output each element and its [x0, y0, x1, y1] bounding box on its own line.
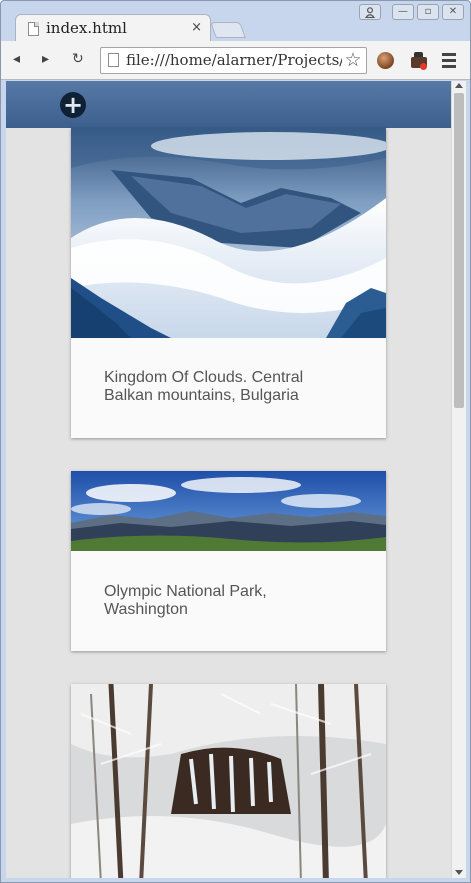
profile-icon[interactable] [359, 4, 381, 20]
photo-card[interactable] [71, 684, 386, 878]
vertical-scrollbar[interactable] [451, 81, 466, 878]
page-viewport: + Kingdom Of Clouds. Central Balkan moun… [6, 81, 451, 878]
new-tab-button[interactable] [210, 22, 246, 38]
tab-index[interactable]: index.html × [15, 14, 211, 42]
scroll-down-icon[interactable] [455, 870, 463, 875]
scrollbar-thumb[interactable] [454, 93, 464, 408]
card-image-clouds [71, 128, 386, 338]
close-window-button[interactable]: ✕ [442, 4, 464, 20]
photo-card[interactable]: Kingdom Of Clouds. Central Balkan mounta… [71, 128, 386, 438]
card-image-winter-forest [71, 684, 386, 878]
card-image-olympic [71, 471, 386, 551]
tab-strip: index.html × — ▫ ✕ [1, 1, 470, 42]
page-icon [28, 22, 39, 36]
app-header: + [6, 81, 451, 128]
scroll-up-icon[interactable] [455, 83, 463, 88]
browser-window: index.html × — ▫ ✕ ◂ ▸ ↻ file:///home/al… [0, 0, 471, 883]
photo-card[interactable]: Olympic National Park, Washington [71, 471, 386, 651]
minimize-button[interactable]: — [392, 4, 414, 20]
address-url[interactable]: file:///home/alarner/Projects/ [126, 51, 344, 69]
window-controls: — ▫ ✕ [359, 4, 464, 20]
back-button[interactable]: ◂ [13, 50, 20, 68]
add-button[interactable]: + [60, 92, 86, 118]
extension-globe-icon[interactable] [377, 52, 394, 69]
extension-camera-icon[interactable] [409, 51, 429, 71]
card-caption: Kingdom Of Clouds. Central Balkan mounta… [104, 369, 304, 404]
bookmark-star-icon[interactable]: ☆ [342, 49, 364, 71]
card-caption: Olympic National Park, Washington [104, 583, 267, 618]
browser-toolbar: ◂ ▸ ↻ file:///home/alarner/Projects/ ☆ [1, 41, 470, 80]
address-bar[interactable]: file:///home/alarner/Projects/ ☆ [100, 47, 367, 74]
reload-button[interactable]: ↻ [72, 50, 84, 68]
page-icon [108, 53, 119, 67]
maximize-button[interactable]: ▫ [417, 4, 439, 20]
tab-close-icon[interactable]: × [191, 20, 202, 36]
forward-button[interactable]: ▸ [42, 50, 49, 68]
tab-title: index.html [46, 19, 127, 37]
menu-icon[interactable] [442, 53, 456, 71]
